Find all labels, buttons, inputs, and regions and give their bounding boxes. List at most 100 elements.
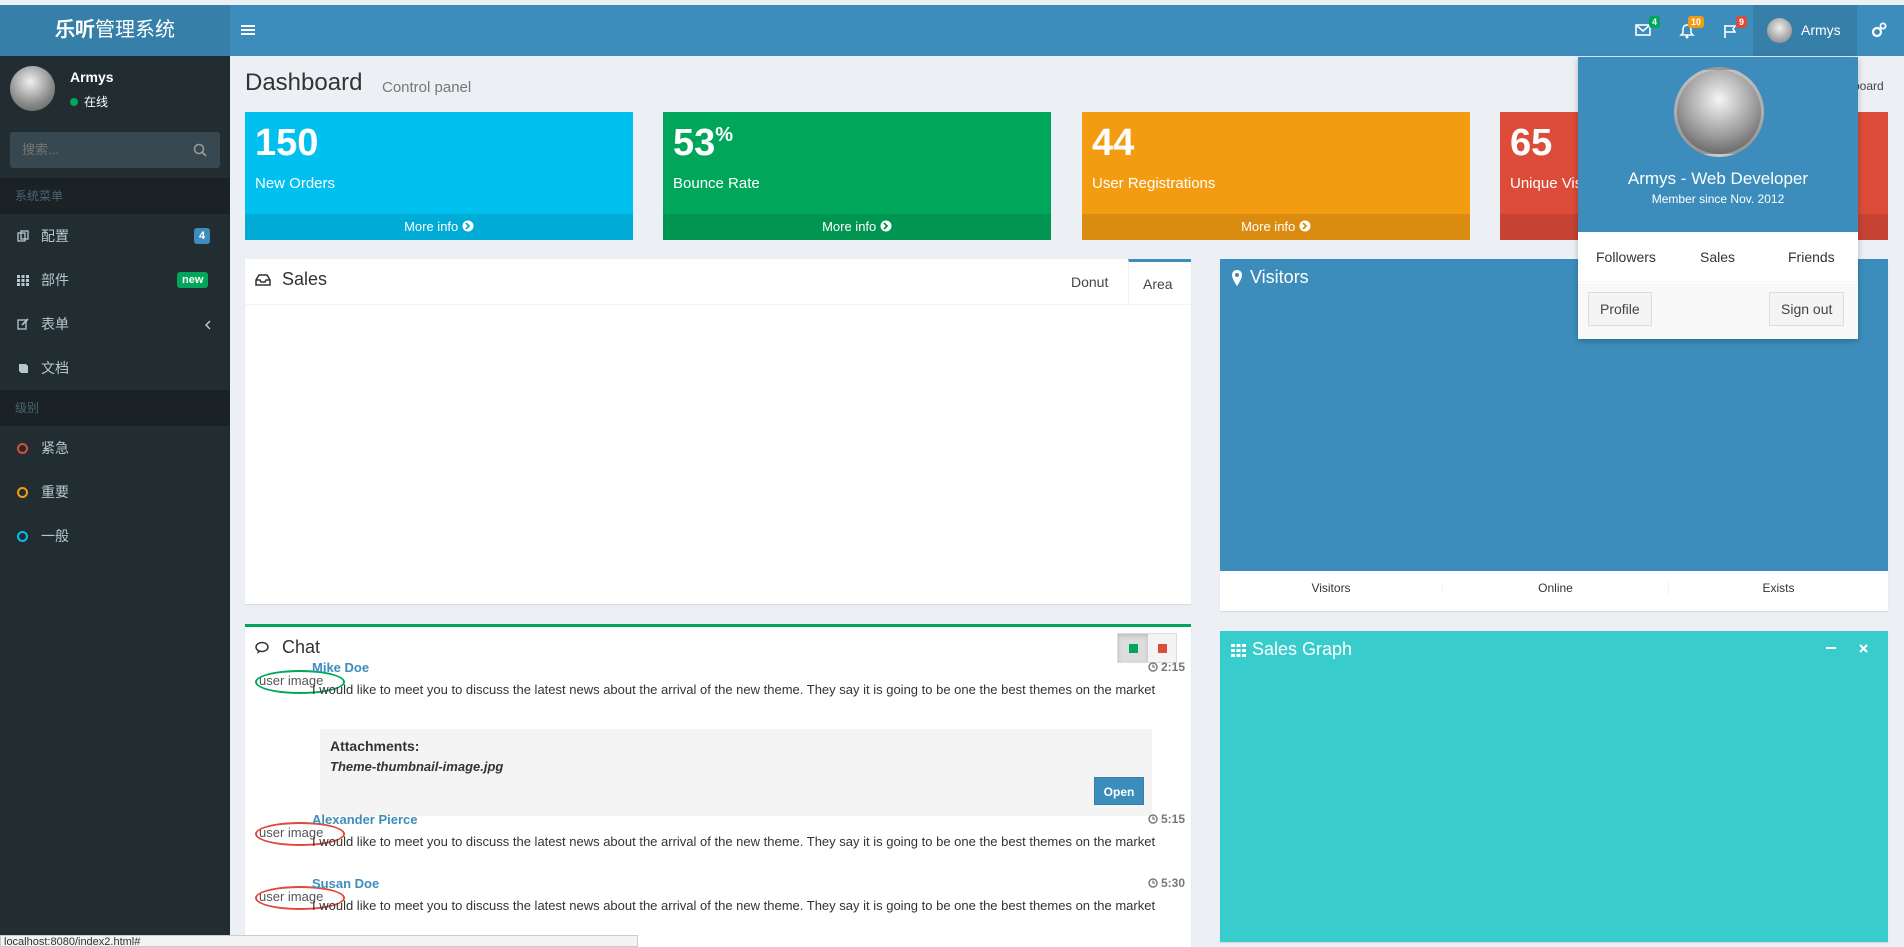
- sidebar-item-label: 重要: [41, 484, 69, 500]
- chat-text: I would like to meet you to discuss the …: [312, 682, 1156, 697]
- sidebar-item-widgets[interactable]: 部件 new: [0, 258, 230, 302]
- stat-box-bounce: 53% Bounce Rate More info: [663, 112, 1051, 240]
- brand-bold: 乐听: [55, 19, 95, 41]
- attachment-filename: Theme-thumbnail-image.jpg: [330, 759, 504, 774]
- user-footer: Profile Sign out: [1578, 283, 1858, 339]
- user-menu-button[interactable]: Armys: [1753, 5, 1857, 56]
- user-avatar-large: [1674, 67, 1764, 157]
- visitors-title: Visitors: [1250, 267, 1309, 287]
- sidebar: Armys 在线 系统菜单 配置 4 部件 new 表单 文档 级别 紧急 重要…: [0, 56, 230, 947]
- sidebar-item-config[interactable]: 配置 4: [0, 214, 230, 258]
- user-avatar: [10, 66, 55, 111]
- circle-aqua-icon: [17, 531, 28, 542]
- sidebar-search: [10, 132, 220, 168]
- chat-message: user image Mike Doe 2:15 I would like to…: [255, 660, 1185, 720]
- chat-time: 2:15: [1147, 660, 1185, 674]
- visitors-col: Visitors: [1311, 581, 1351, 595]
- arrow-circle-right-icon: [462, 220, 474, 232]
- sidebar-item-important[interactable]: 重要: [0, 470, 230, 514]
- stat-label: New Orders: [255, 175, 336, 192]
- sidebar-item-normal[interactable]: 一般: [0, 514, 230, 558]
- chat-text: I would like to meet you to discuss the …: [312, 898, 1156, 913]
- stat-label: Unique Vis: [1510, 175, 1583, 192]
- search-icon[interactable]: [193, 143, 207, 157]
- stat-label: Bounce Rate: [673, 175, 760, 192]
- chat-author[interactable]: Alexander Pierce: [312, 812, 418, 827]
- circle-red-icon: [17, 443, 28, 454]
- levels-section-header: 级别: [0, 390, 230, 426]
- gears-icon: [1871, 22, 1887, 38]
- search-input[interactable]: [22, 142, 182, 157]
- chat-title: Chat: [282, 637, 321, 657]
- tasks-button[interactable]: 9: [1717, 16, 1747, 44]
- stat-value: 44: [1092, 122, 1135, 164]
- sidebar-item-label: 部件: [41, 272, 69, 288]
- page-subtitle: Control panel: [382, 79, 472, 96]
- top-navbar: 乐听管理系统 4 10 9 Armys: [0, 5, 1904, 56]
- tasks-badge: 9: [1735, 16, 1747, 28]
- stat-box-registrations: 44 User Registrations More info: [1082, 112, 1470, 240]
- sidebar-item-label: 紧急: [41, 440, 69, 456]
- chat-box: Chat user image Mike Doe 2:15 I would li…: [245, 624, 1191, 947]
- close-icon[interactable]: [1859, 644, 1868, 653]
- divider: [245, 304, 1191, 305]
- sidebar-item-urgent[interactable]: 紧急: [0, 426, 230, 470]
- stat-label: User Registrations: [1092, 175, 1216, 192]
- more-info-link[interactable]: More info: [1082, 214, 1470, 240]
- minus-icon[interactable]: [1826, 646, 1836, 650]
- control-sidebar-button[interactable]: [1870, 21, 1888, 42]
- chat-time: 5:30: [1147, 876, 1185, 890]
- sales-link[interactable]: Sales: [1700, 249, 1735, 265]
- sidebar-item-forms[interactable]: 表单: [0, 302, 230, 346]
- tab-donut[interactable]: Donut: [1071, 274, 1108, 290]
- notifications-button[interactable]: 10: [1674, 16, 1704, 44]
- square-green-icon: [1129, 644, 1138, 653]
- messages-badge: 4: [1648, 16, 1660, 28]
- copy-icon: [17, 230, 29, 242]
- messages-button[interactable]: 4: [1630, 16, 1660, 44]
- brand-rest: 管理系统: [95, 19, 175, 41]
- sidebar-item-label: 一般: [41, 528, 69, 544]
- grid-icon: [17, 275, 29, 286]
- book-icon: [19, 364, 28, 373]
- stat-value: 150: [255, 122, 319, 164]
- online-status: 在线: [70, 93, 108, 110]
- open-button[interactable]: Open: [1094, 777, 1144, 805]
- sales-box: Sales Donut Area: [245, 259, 1191, 604]
- brand-logo[interactable]: 乐听管理系统: [0, 5, 230, 56]
- clock-icon: [1147, 662, 1158, 672]
- chat-author[interactable]: Mike Doe: [312, 660, 369, 675]
- online-toggle-button[interactable]: [1118, 634, 1148, 662]
- stat-box-orders: 150 New Orders More info: [245, 112, 633, 240]
- status-text: 在线: [84, 95, 109, 109]
- more-info-link[interactable]: More info: [245, 214, 633, 240]
- chat-author[interactable]: Susan Doe: [312, 876, 379, 891]
- signout-button[interactable]: Sign out: [1769, 292, 1845, 326]
- sales-graph-box: Sales Graph: [1220, 631, 1888, 942]
- config-badge: 4: [194, 228, 211, 244]
- sales-graph-title: Sales Graph: [1252, 639, 1353, 659]
- sidebar-item-label: 配置: [41, 228, 69, 244]
- square-red-icon: [1158, 644, 1167, 653]
- clock-icon: [1147, 878, 1158, 888]
- user-header: Armys - Web Developer Member since Nov. …: [1578, 57, 1858, 232]
- sidebar-toggle-button[interactable]: [241, 20, 261, 40]
- chat-text: I would like to meet you to discuss the …: [312, 834, 1156, 849]
- sidebar-item-docs[interactable]: 文档: [0, 346, 230, 390]
- followers-link[interactable]: Followers: [1596, 249, 1656, 265]
- notifications-badge: 10: [1687, 16, 1704, 28]
- inbox-icon: [255, 274, 271, 286]
- chevron-left-icon: [204, 320, 211, 330]
- sidebar-username: Armys: [70, 69, 114, 85]
- profile-button[interactable]: Profile: [1588, 292, 1652, 326]
- tab-area[interactable]: Area: [1128, 259, 1191, 304]
- more-info-link[interactable]: More info: [663, 214, 1051, 240]
- offline-toggle-button[interactable]: [1148, 634, 1177, 662]
- clock-icon: [1147, 814, 1158, 824]
- topnav-username: Armys: [1801, 22, 1841, 38]
- grid-icon: [1231, 644, 1246, 657]
- user-fullname: Armys - Web Developer: [1627, 169, 1809, 188]
- browser-status-url: localhost:8080/index2.html#: [0, 935, 638, 947]
- friends-link[interactable]: Friends: [1788, 249, 1835, 265]
- attachment-heading: Attachments:: [330, 738, 420, 754]
